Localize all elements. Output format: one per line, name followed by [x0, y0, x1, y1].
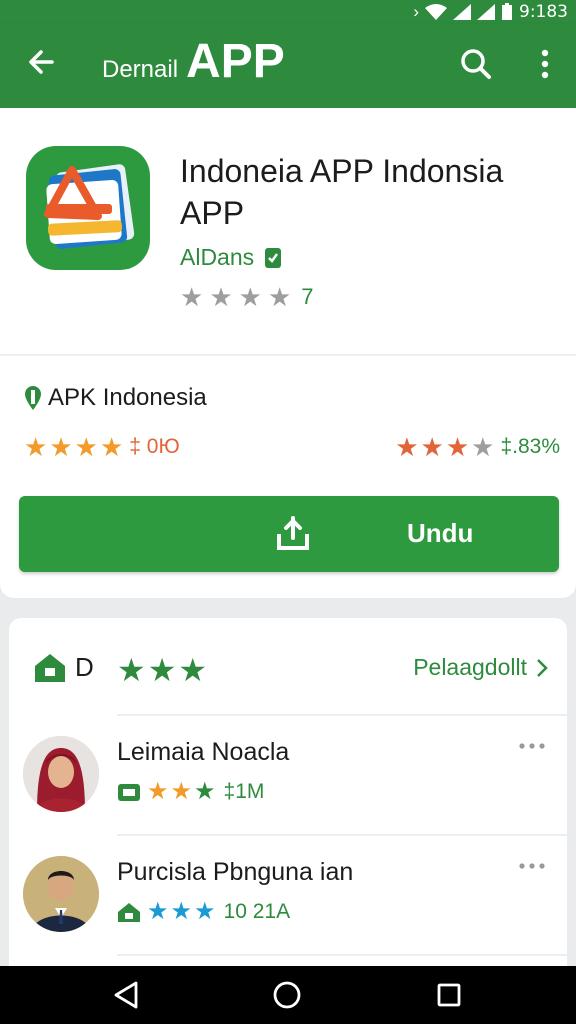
title-big: APP [186, 35, 285, 88]
star-icon: ★ [147, 652, 177, 688]
review-meta-value: 10 21A [223, 900, 291, 923]
signal-icon [477, 4, 495, 20]
more-horiz-icon[interactable] [517, 858, 547, 874]
star-icon: ★ [117, 652, 146, 688]
avatar[interactable] [23, 856, 99, 932]
review-meta: ★ ★ ★ 10 21A [117, 900, 290, 924]
app-rating: ★ ★ ★ ★ 7 [180, 284, 314, 310]
developer-link[interactable]: AlDans [180, 244, 282, 271]
page-title: Dernail APP [102, 34, 285, 89]
review-item: Leimaia Noacla ★ ★ ★ ‡1M [9, 716, 567, 834]
camera-icon [118, 784, 140, 801]
reviews-card: D ★ ★ ★ Pelaagdollt Leimaia Noacla ★ ★ ★… [9, 618, 567, 978]
star-icon: ★ [267, 282, 292, 312]
avatar-image [23, 736, 99, 812]
reviews-header: D ★ ★ ★ Pelaagdollt [9, 618, 567, 714]
star-icon: ★ [471, 432, 495, 462]
signal-icon [453, 4, 471, 20]
download-label: Undu [407, 518, 474, 548]
star-icon: ★ [194, 778, 216, 805]
header-stars: ★ ★ ★ [117, 654, 207, 686]
back-arrow-icon[interactable] [22, 42, 62, 82]
reviewer-name: Leimaia Noacla [117, 738, 290, 766]
see-all-label: Pelaagdollt [413, 654, 527, 680]
reviewer-name: Purcisla Pbnguna ian [117, 858, 354, 886]
see-all-link[interactable]: Pelaagdollt [413, 654, 549, 681]
verified-icon [265, 247, 282, 268]
star-icon: ★ [170, 778, 193, 805]
star-icon: ★ [147, 778, 169, 805]
location-icon: › [413, 2, 419, 21]
app-bar: Dernail APP [0, 24, 576, 108]
star-icon: ★ [445, 432, 470, 462]
source-label: APK Indonesia [48, 384, 207, 411]
pin-icon [25, 386, 41, 410]
review-item: Purcisla Pbnguna ian ★ ★ ★ 10 21A [9, 836, 567, 954]
star-icon: ★ [420, 432, 444, 462]
developer-name: AlDans [180, 244, 255, 270]
star-icon: ★ [395, 432, 419, 462]
star-icon: ★ [99, 432, 124, 462]
divider [117, 954, 567, 956]
home-icon [118, 903, 140, 922]
status-time: 9:183 [519, 2, 568, 22]
app-detail-card: Indoneia APP Indonsia APP AlDans ★ ★ ★ ★… [0, 108, 576, 598]
stat-right-value: ‡.83% [500, 435, 560, 458]
rating-count: 7 [301, 284, 314, 309]
download-icon [277, 516, 309, 550]
star-icon: ★ [170, 898, 193, 925]
reviews-header-label: D [75, 652, 94, 682]
system-nav-bar [0, 966, 576, 1024]
avatar-image [23, 856, 99, 932]
app-name: Indoneia APP Indonsia APP [180, 153, 504, 231]
stat-left: ★ ★ ★ ★ ‡ 0Ю [24, 434, 180, 460]
star-icon: ★ [209, 282, 233, 312]
star-icon: ★ [147, 898, 169, 925]
app-icon[interactable] [26, 146, 150, 270]
source-row: APK Indonesia [24, 384, 207, 412]
nav-recent-icon[interactable] [436, 982, 462, 1008]
star-icon: ★ [178, 652, 208, 688]
nav-back-icon[interactable] [112, 980, 140, 1010]
stat-left-value: ‡ 0Ю [129, 435, 180, 458]
divider [0, 354, 576, 356]
status-icons: › 9:183 [413, 2, 568, 22]
star-icon: ★ [238, 282, 262, 312]
wifi-icon [425, 4, 447, 20]
star-icon: ★ [194, 898, 216, 925]
home-icon [35, 654, 65, 682]
app-logo-icon [44, 164, 135, 249]
download-button[interactable]: Undu [19, 496, 559, 572]
chevron-right-icon [537, 658, 548, 677]
avatar[interactable] [23, 736, 99, 812]
star-icon: ★ [49, 432, 73, 462]
more-vert-icon[interactable] [530, 44, 560, 84]
battery-icon [502, 3, 512, 20]
title-small: Dernail [102, 56, 179, 83]
star-icon: ★ [180, 282, 204, 312]
more-horiz-icon[interactable] [517, 738, 547, 754]
nav-home-icon[interactable] [272, 980, 302, 1010]
review-meta: ★ ★ ★ ‡1M [117, 780, 264, 804]
stats-row: ★ ★ ★ ★ ‡ 0Ю ★ ★ ★ ★ ‡.83% [24, 434, 560, 468]
star-icon: ★ [74, 432, 98, 462]
status-bar: › 9:183 [0, 0, 576, 24]
stat-right: ★ ★ ★ ★ ‡.83% [395, 434, 560, 460]
star-icon: ★ [24, 432, 48, 462]
review-meta-value: ‡1M [223, 780, 265, 803]
search-icon[interactable] [456, 44, 496, 84]
